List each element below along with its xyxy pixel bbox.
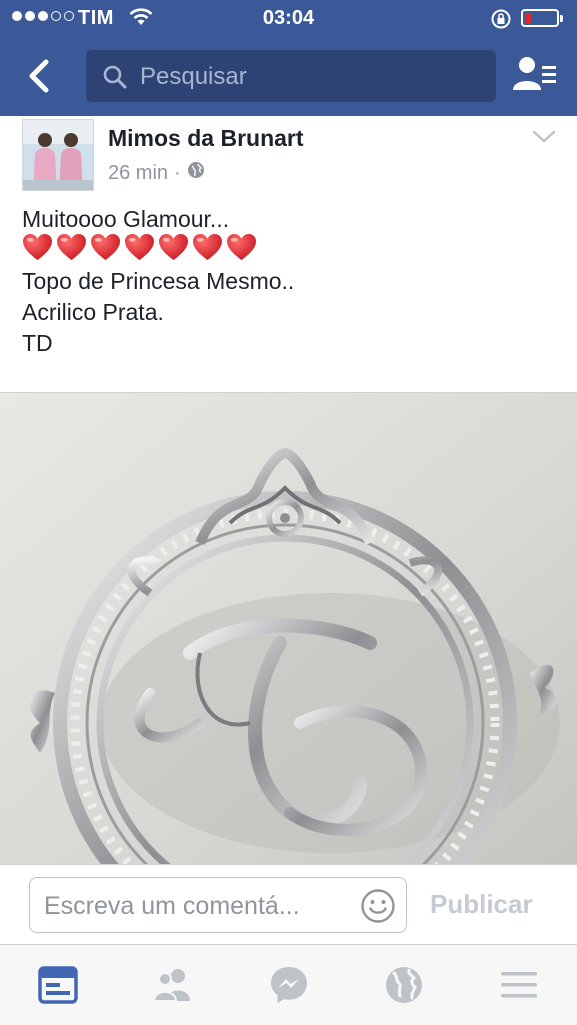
comment-input[interactable] <box>42 886 346 926</box>
post-text: Muitoooo Glamour... Topo de Princesa Mes… <box>22 204 294 359</box>
post-photo[interactable] <box>0 392 577 865</box>
search-input[interactable] <box>138 58 482 96</box>
globe-notifications-icon <box>386 967 422 1003</box>
tab-notifications[interactable] <box>379 963 429 1007</box>
messenger-icon <box>271 967 307 1003</box>
post-line: TD <box>22 330 53 356</box>
heart-emoji-icon <box>90 233 121 269</box>
post-line-hearts <box>22 233 294 269</box>
post-header: Mimos da Brunart 26 min · <box>0 116 577 200</box>
post-options-button[interactable] <box>530 128 558 148</box>
tab-news-feed[interactable] <box>33 963 83 1007</box>
post-time[interactable]: 26 min <box>108 162 168 185</box>
battery-cap <box>560 15 563 22</box>
status-bar: TIM 03:04 <box>0 0 577 38</box>
emoji-button[interactable] <box>360 888 396 924</box>
friends-list-icon <box>513 57 556 90</box>
post-line: Topo de Princesa Mesmo.. <box>22 268 295 294</box>
battery-level <box>525 13 531 23</box>
author-name[interactable]: Mimos da Brunart <box>108 125 304 152</box>
post-line: Muitoooo Glamour... <box>22 206 230 232</box>
top-navigation-bar: TIM 03:04 <box>0 0 577 116</box>
more-menu-icon <box>501 972 537 998</box>
publish-button[interactable]: Publicar <box>430 889 533 920</box>
tab-messenger[interactable] <box>264 963 314 1007</box>
heart-emoji-icon <box>124 233 155 269</box>
bottom-tab-bar <box>0 944 577 1025</box>
back-button[interactable] <box>20 56 60 96</box>
heart-emoji-icon <box>158 233 189 269</box>
heart-emoji-icon <box>22 233 53 269</box>
friend-list-button[interactable] <box>512 54 558 98</box>
battery-icon <box>521 9 563 27</box>
friend-requests-icon <box>152 969 190 1002</box>
heart-emoji-icon <box>226 233 257 269</box>
acrylic-cake-topper-image <box>0 393 577 865</box>
search-bar[interactable] <box>86 50 496 102</box>
tab-friend-requests[interactable] <box>148 963 198 1007</box>
post-meta: 26 min · <box>108 161 205 185</box>
heart-emoji-icon <box>56 233 87 269</box>
comment-field[interactable] <box>29 877 407 933</box>
post-line: Acrilico Prata. <box>22 299 164 325</box>
globe-privacy-icon <box>187 161 205 185</box>
meta-separator: · <box>174 161 181 184</box>
rotation-lock-icon <box>490 8 512 36</box>
comment-composer: Publicar <box>0 864 577 945</box>
search-icon <box>102 64 128 95</box>
news-feed-icon <box>38 966 78 1004</box>
chevron-left-icon <box>29 59 49 93</box>
author-avatar[interactable] <box>22 119 94 191</box>
smiley-icon <box>361 889 395 923</box>
chevron-down-icon <box>532 130 556 143</box>
heart-emoji-icon <box>192 233 223 269</box>
avatar-image <box>23 120 93 190</box>
tab-more[interactable] <box>494 963 544 1007</box>
